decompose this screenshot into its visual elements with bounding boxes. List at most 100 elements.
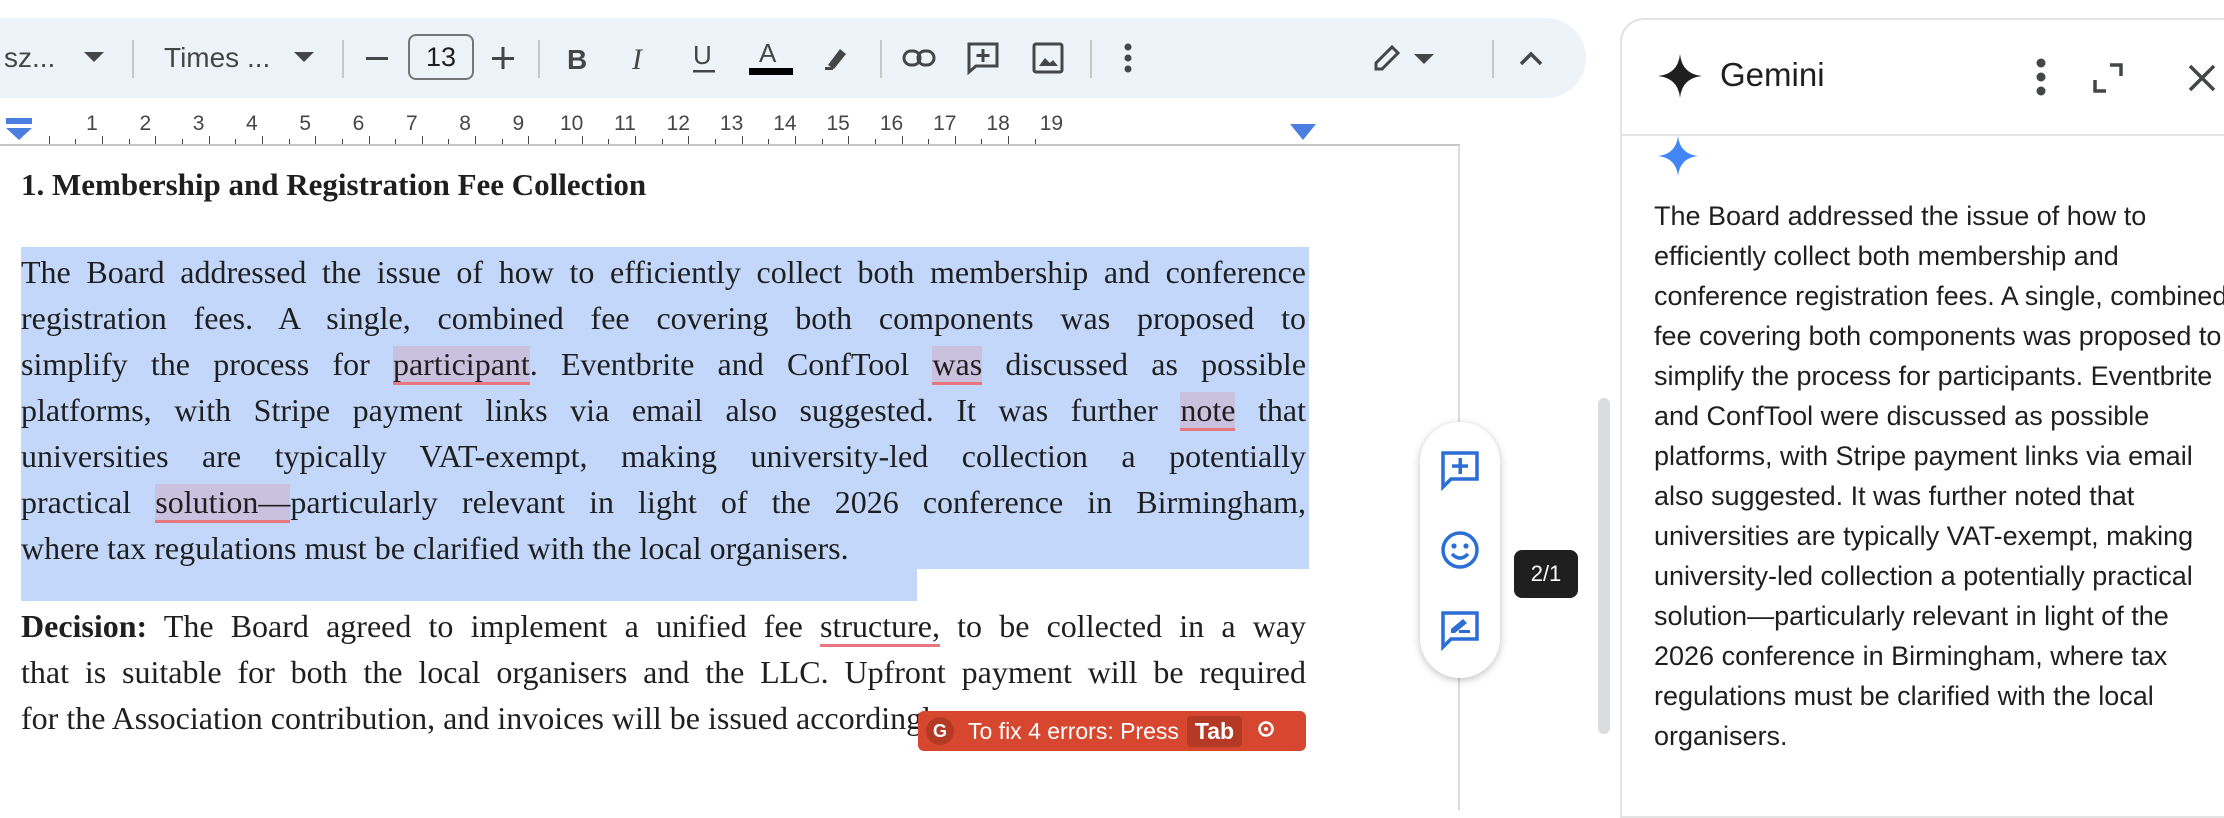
- text-run: registration fees. A single, combined fe…: [21, 300, 1306, 336]
- ruler-number: 2: [139, 112, 152, 135]
- ruler-tick: [128, 139, 130, 144]
- text-run: particularly relevant in light of the 20…: [290, 484, 1307, 520]
- chevron-down-icon[interactable]: [84, 18, 104, 98]
- minus-icon[interactable]: [364, 18, 390, 98]
- ruler-tick: [1008, 136, 1010, 144]
- toolbar-divider: [1090, 40, 1092, 78]
- ruler-tick: [368, 136, 370, 144]
- more-vert-icon[interactable]: [2036, 58, 2046, 96]
- spelling-error[interactable]: was: [932, 346, 983, 385]
- text-run: to be collected in a way: [940, 608, 1307, 644]
- bold-icon[interactable]: B: [564, 18, 590, 98]
- gemini-sparkle-icon: [1658, 54, 1702, 98]
- ruler-tick: [954, 136, 956, 144]
- ruler-tick: [501, 139, 503, 144]
- ruler-tick: [608, 139, 610, 144]
- add-comment-icon[interactable]: [966, 18, 1000, 98]
- ruler-number: 3: [192, 112, 205, 135]
- ruler-number: 1: [86, 112, 98, 135]
- expand-icon[interactable]: [2092, 62, 2124, 94]
- ruler-number: 18: [986, 112, 1010, 135]
- section-heading: 1. Membership and Registration Fee Colle…: [21, 167, 647, 202]
- edit-mode-icon[interactable]: [1372, 18, 1436, 98]
- text-color-icon[interactable]: A: [748, 18, 794, 98]
- close-icon[interactable]: [2186, 62, 2218, 94]
- add-comment-icon[interactable]: [1438, 448, 1482, 492]
- tab-key-badge: Tab: [1186, 715, 1243, 747]
- image-icon[interactable]: [1032, 18, 1064, 98]
- text-line: platforms, with Stripe payment links via…: [21, 387, 1306, 433]
- ruler-tick: [768, 139, 770, 144]
- text-line: The Board addressed the issue of how to …: [21, 249, 1306, 295]
- collapse-icon[interactable]: [1518, 18, 1544, 98]
- more-vert-icon[interactable]: [1124, 18, 1132, 98]
- text-line: simplify the process for participant. Ev…: [21, 341, 1306, 387]
- spelling-error[interactable]: structure,: [820, 608, 940, 647]
- document-page[interactable]: 1. Membership and Registration Fee Colle…: [0, 145, 1460, 810]
- spelling-error[interactable]: note: [1180, 392, 1236, 431]
- plus-icon[interactable]: [490, 18, 516, 98]
- font-family-dropdown[interactable]: Times ...: [164, 18, 270, 98]
- ruler-number: 4: [246, 112, 258, 135]
- ruler-number: 5: [299, 112, 312, 135]
- grammarly-suggestion-bar[interactable]: G To fix 4 errors: Press Tab: [918, 711, 1306, 751]
- svg-text:B: B: [567, 44, 587, 73]
- selection-highlight: [21, 569, 917, 601]
- font-family-label: Times ...: [164, 42, 271, 73]
- text-run: that is suitable for both the local orga…: [21, 654, 1306, 690]
- ruler-tick: [714, 139, 716, 144]
- ruler-number: 7: [405, 112, 418, 135]
- gear-icon[interactable]: [1256, 718, 1276, 745]
- ruler-tick: [475, 136, 477, 144]
- ruler-tick: [661, 139, 663, 144]
- left-indent-marker-icon[interactable]: [4, 118, 34, 142]
- ruler[interactable]: 1 2 3 4 5 6 7 8 9 10 11 12 13 14 15 16 17 18 19: [0, 112, 1460, 146]
- ruler-tick: [421, 136, 423, 144]
- ruler-tick: [341, 139, 343, 144]
- chevron-down-icon[interactable]: [294, 18, 314, 98]
- ruler-tick: [901, 136, 903, 144]
- italic-icon[interactable]: I: [628, 18, 654, 98]
- gemini-sparkle-icon: [1658, 136, 1698, 176]
- ruler-tick: [48, 136, 50, 144]
- ruler-tick: [181, 139, 183, 144]
- toolbar-divider: [538, 40, 540, 78]
- spelling-error[interactable]: participant: [392, 346, 530, 385]
- font-size-input[interactable]: 13: [408, 34, 474, 80]
- style-dropdown[interactable]: sz...: [4, 18, 55, 98]
- text-line: Decision: The Board agreed to implement …: [21, 603, 1306, 649]
- text-run: The Board addressed the issue of how to …: [21, 254, 1306, 290]
- text-line: universities are typically VAT-exempt, m…: [21, 433, 1306, 479]
- ruler-tick: [981, 139, 983, 144]
- ruler-tick: [555, 139, 557, 144]
- ruler-number: 15: [826, 112, 850, 135]
- page-counter-badge: 2/1: [1514, 550, 1578, 598]
- highlight-icon[interactable]: [822, 18, 852, 98]
- floating-action-bar: [1420, 422, 1500, 678]
- spelling-error[interactable]: solution—: [155, 484, 291, 523]
- ruler-tick: [395, 139, 397, 144]
- underline-icon[interactable]: U: [690, 18, 718, 98]
- document-scrollbar[interactable]: [1598, 398, 1610, 734]
- formatting-toolbar: sz... Times ... 13 B I U A: [0, 18, 1586, 98]
- ruler-number: 9: [512, 112, 525, 135]
- text-run: where tax regulations must be clarified …: [21, 530, 849, 566]
- toolbar-divider: [1492, 40, 1494, 78]
- text-run: that: [1235, 392, 1307, 428]
- text-run: practical: [21, 484, 156, 520]
- svg-text:I: I: [631, 43, 644, 73]
- link-icon[interactable]: [902, 18, 936, 98]
- toolbar-divider: [342, 40, 344, 78]
- ruler-tick: [288, 139, 290, 144]
- suggest-edit-icon[interactable]: [1438, 608, 1482, 652]
- ruler-tick: [794, 136, 796, 144]
- ruler-tick: [448, 139, 450, 144]
- ruler-tick: [928, 139, 930, 144]
- emoji-reaction-icon[interactable]: [1438, 528, 1482, 572]
- ruler-number: 13: [719, 112, 744, 135]
- ruler-number: 14: [773, 112, 797, 135]
- text-run: platforms, with Stripe payment links via…: [21, 392, 1181, 428]
- font-size-value: 13: [425, 41, 457, 72]
- ruler-tick: [235, 139, 237, 144]
- right-indent-marker-icon[interactable]: [1290, 124, 1316, 142]
